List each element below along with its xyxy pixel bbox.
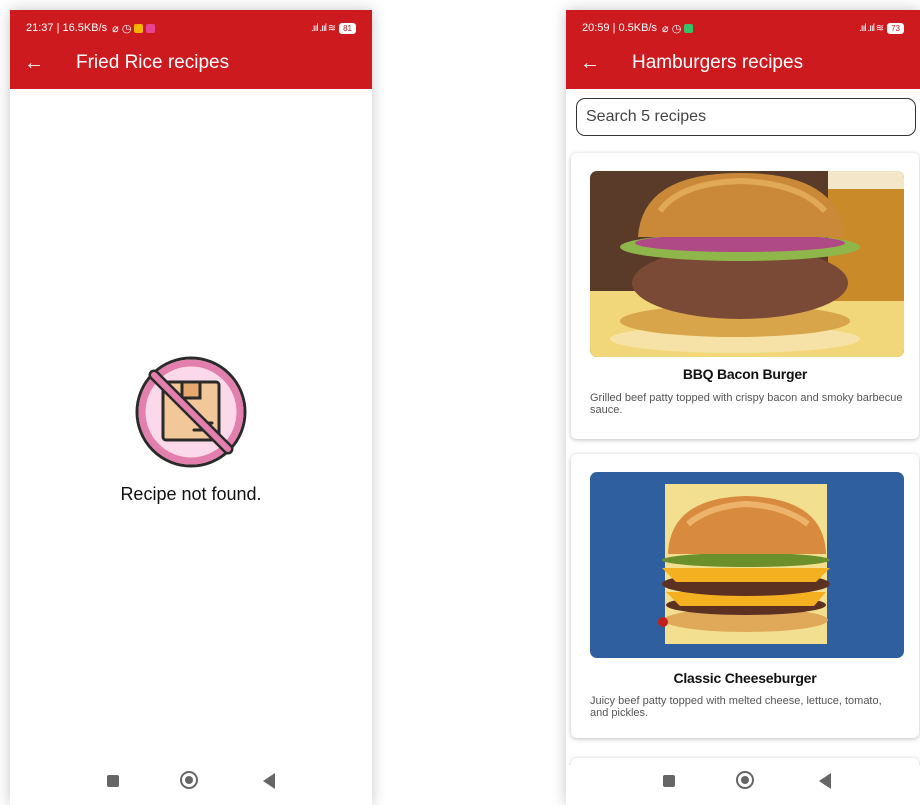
back-arrow-icon[interactable]: ← xyxy=(580,52,620,75)
recipe-not-found-screen: 21:37 | 16.5KB/s ⌀ ◷ .ııl .ııl ≋ 81 ← Fr… xyxy=(10,10,372,805)
notification-icon xyxy=(134,23,144,33)
top-bar: 20:59 | 0.5KB/s ⌀ ◷ .ııl .ııl ≋ 73 ← Ham… xyxy=(566,10,920,89)
search-input[interactable] xyxy=(576,98,916,136)
recent-apps-button[interactable] xyxy=(107,775,119,787)
notification-icon xyxy=(146,23,156,33)
status-bar: 20:59 | 0.5KB/s ⌀ ◷ .ııl .ııl ≋ 73 xyxy=(582,20,904,36)
page-title: Hamburgers recipes xyxy=(632,52,804,73)
recipe-title: BBQ Bacon Burger xyxy=(682,366,808,382)
battery-icon: 81 xyxy=(339,22,356,34)
system-nav-bar xyxy=(10,765,372,805)
recipe-description: Grilled beef patty topped with crispy ba… xyxy=(590,392,903,416)
signal-icon: .ııl .ııl ≋ xyxy=(859,22,884,34)
home-button[interactable] xyxy=(736,771,754,789)
status-bar: 21:37 | 16.5KB/s ⌀ ◷ .ııl .ııl ≋ 81 xyxy=(26,20,356,36)
battery-icon: 73 xyxy=(887,22,904,34)
recipe-card[interactable]: BBQ Bacon Burger Grilled beef patty topp… xyxy=(571,153,919,439)
burger-photo xyxy=(590,171,904,357)
recipe-description: Juicy beef patty topped with melted chee… xyxy=(590,695,882,719)
empty-state-message: Recipe not found. xyxy=(120,484,262,504)
home-button[interactable] xyxy=(180,771,198,789)
top-bar: 21:37 | 16.5KB/s ⌀ ◷ .ııl .ııl ≋ 81 ← Fr… xyxy=(10,10,372,89)
app-bar: ← Hamburgers recipes xyxy=(580,50,803,76)
recent-apps-button[interactable] xyxy=(663,775,675,787)
status-time: 20:59 | 0.5KB/s xyxy=(582,22,658,34)
status-icons: ⌀ ◷ xyxy=(662,22,682,35)
app-bar: ← Fried Rice recipes xyxy=(24,50,229,76)
status-right: .ııl .ııl ≋ 73 xyxy=(859,22,904,34)
recipe-title: Classic Cheeseburger xyxy=(673,670,817,686)
system-nav-bar xyxy=(566,765,920,805)
page-title: Fried Rice recipes xyxy=(76,52,230,73)
status-icons: ⌀ ◷ xyxy=(112,22,132,35)
back-arrow-icon[interactable]: ← xyxy=(24,52,64,75)
no-recipe-icon xyxy=(135,356,247,468)
system-back-button[interactable] xyxy=(263,773,275,789)
cheeseburger-photo xyxy=(590,472,904,658)
status-time: 21:37 | 16.5KB/s xyxy=(26,22,108,34)
recipe-card[interactable]: Classic Cheeseburger Juicy beef patty to… xyxy=(571,454,919,738)
status-right: .ııl .ııl ≋ 81 xyxy=(311,22,356,34)
recipes-list-screen: 20:59 | 0.5KB/s ⌀ ◷ .ııl .ııl ≋ 73 ← Ham… xyxy=(566,10,920,805)
system-back-button[interactable] xyxy=(819,773,831,789)
signal-icon: .ııl .ııl ≋ xyxy=(311,22,336,34)
notification-icon xyxy=(684,23,694,33)
